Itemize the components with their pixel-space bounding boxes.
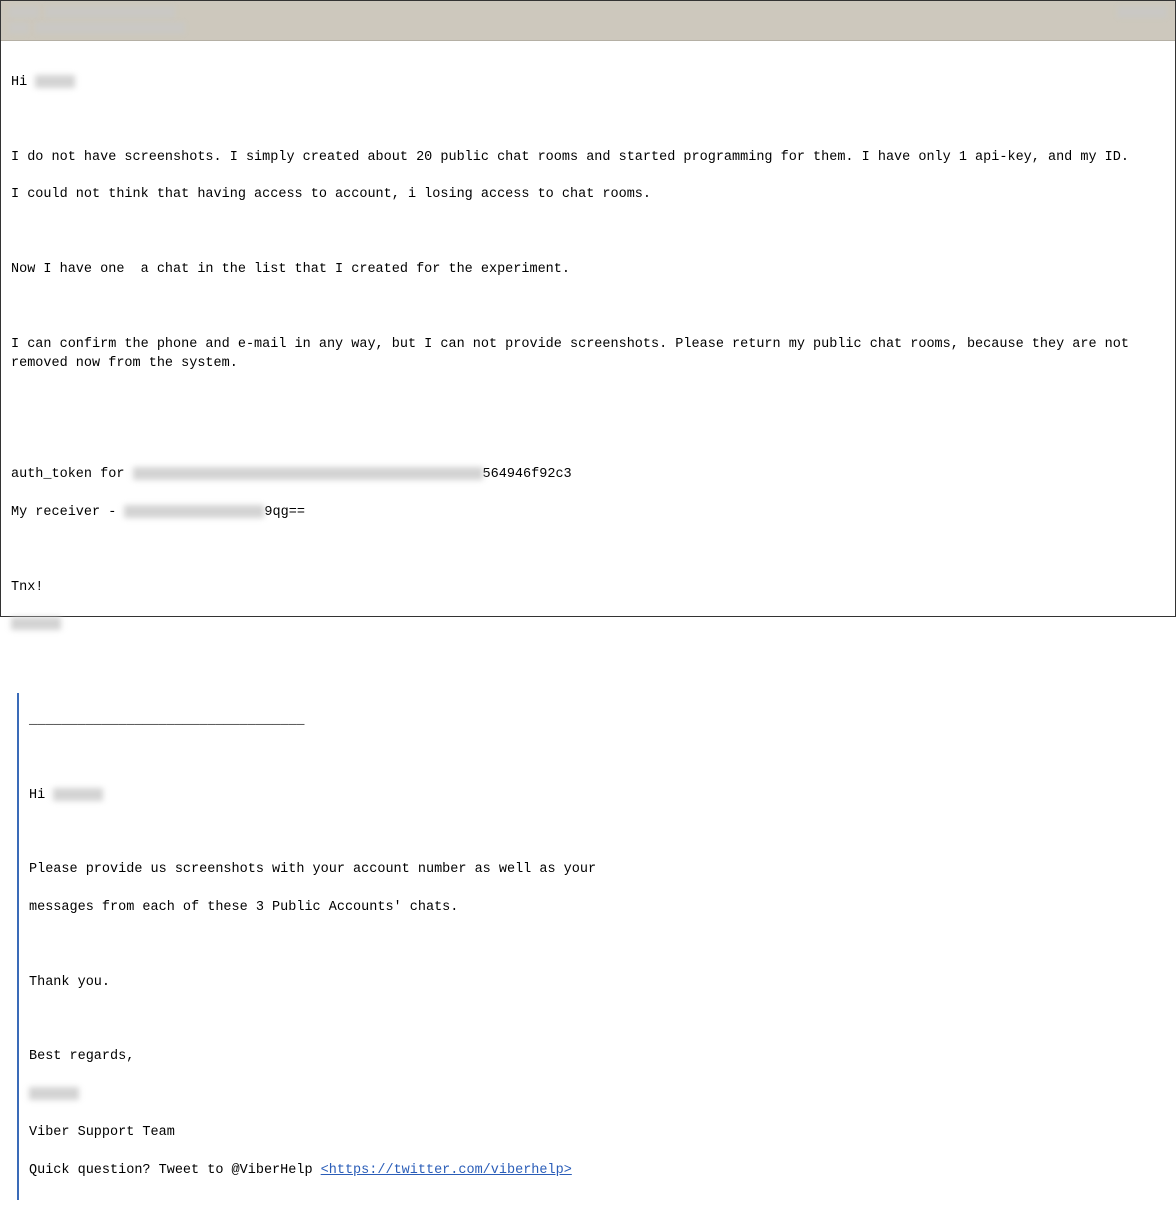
receiver-blur	[124, 505, 264, 518]
quote-team: Viber Support Team	[29, 1124, 1165, 1143]
quote-thank: Thank you.	[29, 974, 1165, 993]
quote-sig-blur	[29, 1087, 79, 1100]
body-p1: I do not have screenshots. I simply crea…	[11, 149, 1165, 168]
header-to-blur2	[45, 6, 175, 18]
body-p2: I could not think that having access to …	[11, 186, 1165, 205]
quote-p2: messages from each of these 3 Public Acc…	[29, 899, 1165, 918]
message-header	[1, 1, 1175, 41]
header-subject-blur1	[9, 22, 29, 34]
header-to-blur1	[9, 6, 39, 18]
signature-blur	[11, 617, 61, 630]
quoted-message: __________________________________ Hi Pl…	[17, 693, 1165, 1199]
auth-token-blur	[133, 467, 483, 480]
body-p4: I can confirm the phone and e-mail in an…	[11, 336, 1165, 374]
body-p3: Now I have one a chat in the list that I…	[11, 261, 1165, 280]
greeting-name-blur	[35, 75, 75, 88]
recv-suffix: 9qg==	[264, 505, 305, 520]
header-right-blur	[1117, 6, 1167, 18]
quote-regards: Best regards,	[29, 1048, 1165, 1067]
quote-p1: Please provide us screenshots with your …	[29, 861, 1165, 880]
quote-greeting-prefix: Hi	[29, 788, 53, 803]
message-body: Hi I do not have screenshots. I simply c…	[1, 41, 1175, 1228]
auth-suffix: 564946f92c3	[483, 467, 572, 482]
quote-divider: __________________________________	[29, 712, 1165, 731]
auth-prefix: auth_token for	[11, 467, 133, 482]
header-subject-blur2	[35, 22, 185, 34]
quote-greeting-blur	[53, 788, 103, 801]
tnx: Tnx!	[11, 579, 1165, 598]
viberhelp-link[interactable]: <https://twitter.com/viberhelp>	[321, 1163, 572, 1178]
quote-quick-prefix: Quick question? Tweet to @ViberHelp	[29, 1163, 321, 1178]
recv-prefix: My receiver -	[11, 505, 124, 520]
greeting-prefix: Hi	[11, 75, 35, 90]
